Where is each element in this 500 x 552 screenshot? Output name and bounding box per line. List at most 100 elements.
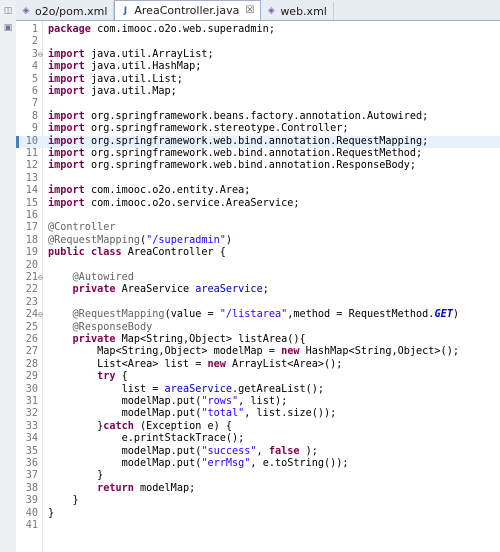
- code-line[interactable]: 28 List<Area> list = new ArrayList<Area>…: [16, 359, 500, 371]
- line-number: 29: [25, 371, 38, 383]
- code-text: @RequestMapping(value = "/listarea",meth…: [48, 309, 459, 321]
- code-token: ): [452, 309, 459, 321]
- restore-view-icon[interactable]: ◫: [2, 5, 14, 17]
- code-text: import org.springframework.beans.factory…: [48, 111, 428, 123]
- code-line[interactable]: 7: [16, 98, 500, 110]
- code-line[interactable]: 11 import org.springframework.web.bind.an…: [16, 148, 500, 160]
- code-line[interactable]: 12 import org.springframework.web.bind.an…: [16, 160, 500, 172]
- fold-toggle-icon[interactable]: ⊖: [38, 309, 46, 321]
- code-token: ArrayList<Area>();: [232, 358, 343, 370]
- code-token: modelMap.put(: [48, 458, 202, 469]
- code-text: modelMap.put("rows", list);: [48, 396, 288, 408]
- code-line[interactable]: 25 @ResponseBody: [16, 322, 500, 334]
- line-number: 41: [25, 520, 38, 531]
- code-line[interactable]: 29 try {: [16, 371, 500, 383]
- code-line[interactable]: 35 modelMap.put("success", false );: [16, 446, 500, 458]
- code-text: modelMap.put("success", false );: [48, 446, 318, 458]
- line-number: 8: [31, 110, 38, 122]
- code-token: import: [48, 123, 91, 135]
- code-token: import: [48, 73, 91, 85]
- code-line[interactable]: 36 modelMap.put("errMsg", e.toString());: [16, 458, 500, 470]
- code-line[interactable]: 3 ⊖ import java.util.ArrayList;: [16, 49, 500, 61]
- code-line[interactable]: 41: [16, 520, 500, 532]
- code-token: , list.size());: [244, 408, 337, 420]
- code-editor[interactable]: 1 package com.imooc.o2o.web.superadmin; 2 3…: [16, 21, 500, 552]
- code-token: modelMap.put(: [48, 445, 202, 457]
- line-number: 13: [25, 172, 38, 184]
- code-line[interactable]: 27 Map<String,Object> modelMap = new Has…: [16, 346, 500, 358]
- code-line[interactable]: 19 public class AreaController {: [16, 247, 500, 259]
- code-token: areaService: [195, 284, 263, 296]
- close-tab-icon[interactable]: ☒: [245, 5, 254, 16]
- tab-pom-xml[interactable]: ◈ o2o/pom.xml: [16, 2, 115, 20]
- code-line[interactable]: 6 import java.util.Map;: [16, 86, 500, 98]
- code-line[interactable]: 26 private Map<String,Object> listArea()…: [16, 334, 500, 346]
- code-line[interactable]: 33 }catch (Exception e) {: [16, 421, 500, 433]
- code-token: package: [48, 24, 98, 35]
- code-text: }: [48, 508, 54, 520]
- code-line[interactable]: 20: [16, 260, 500, 272]
- code-text: private AreaService areaService;: [48, 284, 269, 296]
- code-line[interactable]: 21 ⊖ @Autowired: [16, 272, 500, 284]
- code-text: return modelMap;: [48, 483, 195, 495]
- code-line[interactable]: 32 modelMap.put("total", list.size());: [16, 408, 500, 420]
- code-token: import: [48, 160, 91, 172]
- code-token: import: [48, 135, 91, 147]
- line-number: 40: [25, 507, 38, 519]
- code-token: List<Area> list =: [48, 358, 208, 370]
- code-token: com.imooc.o2o.web.superadmin;: [97, 24, 275, 35]
- line-number: 1: [31, 24, 38, 35]
- code-line[interactable]: 5 import java.util.List;: [16, 74, 500, 86]
- code-line[interactable]: 8 import org.springframework.beans.factor…: [16, 111, 500, 123]
- current-line-marker: [16, 135, 19, 148]
- code-line[interactable]: 14 import com.imooc.o2o.entity.Area;: [16, 185, 500, 197]
- code-token: org.springframework.stereotype.Controlle…: [90, 123, 349, 135]
- code-line[interactable]: 9 import org.springframework.stereotype.C…: [16, 123, 500, 135]
- code-text: public class AreaController {: [48, 247, 226, 259]
- code-token: Map<String,Object> modelMap =: [48, 346, 282, 358]
- code-text: @ResponseBody: [48, 322, 153, 334]
- code-line[interactable]: 17 @Controller: [16, 222, 500, 234]
- code-token: "/listarea": [219, 309, 288, 321]
- code-line[interactable]: 4 import java.util.HashMap;: [16, 61, 500, 73]
- fold-toggle-icon[interactable]: ⊖: [38, 49, 46, 61]
- line-number: 27: [25, 346, 38, 358]
- code-line[interactable]: 16: [16, 210, 500, 222]
- code-token: }: [48, 420, 104, 432]
- code-text: package com.imooc.o2o.web.superadmin;: [48, 24, 275, 36]
- code-line[interactable]: 37 }: [16, 470, 500, 482]
- code-token: ): [225, 234, 233, 246]
- fold-toggle-icon[interactable]: ⊖: [38, 272, 46, 284]
- package-explorer-icon[interactable]: ▣: [2, 22, 14, 34]
- code-line[interactable]: 18 @RequestMapping("/superadmin"): [16, 235, 500, 247]
- tab-areacontroller-java[interactable]: J AreaController.java ☒: [114, 0, 262, 20]
- code-token: import: [48, 148, 91, 159]
- line-number: 2: [31, 36, 38, 48]
- line-number: 3: [31, 48, 38, 60]
- code-line[interactable]: 38 return modelMap;: [16, 483, 500, 495]
- code-line[interactable]: 31 modelMap.put("rows", list);: [16, 396, 500, 408]
- line-number: 11: [25, 148, 38, 159]
- code-line[interactable]: 24 ⊖ @RequestMapping(value = "/listarea",…: [16, 309, 500, 321]
- code-line[interactable]: 13: [16, 173, 500, 185]
- code-token: }: [48, 507, 55, 519]
- code-token: java.util.HashMap;: [90, 61, 202, 73]
- code-line[interactable]: 23: [16, 297, 500, 309]
- code-line[interactable]: 30 list = areaService.getAreaList();: [16, 384, 500, 396]
- tab-web-xml[interactable]: ◈ web.xml: [261, 2, 334, 20]
- code-line[interactable]: 10 import org.springframework.web.bind.an…: [16, 135, 500, 148]
- code-line[interactable]: 15 import com.imooc.o2o.service.AreaServi…: [16, 198, 500, 210]
- code-text: private Map<String,Object> listArea(){: [48, 334, 306, 346]
- code-token: java.util.Map;: [90, 86, 177, 97]
- code-text: import java.util.List;: [48, 74, 183, 86]
- code-line[interactable]: 39 }: [16, 495, 500, 507]
- code-line[interactable]: 40}: [16, 508, 500, 520]
- code-line[interactable]: 1 package com.imooc.o2o.web.superadmin;: [16, 24, 500, 36]
- code-token: modelMap.put(: [48, 396, 202, 407]
- code-line[interactable]: 34 e.printStackTrace();: [16, 433, 500, 445]
- code-line[interactable]: 22 private AreaService areaService;: [16, 284, 500, 296]
- code-line[interactable]: 2: [16, 36, 500, 48]
- code-token: @Autowired: [72, 272, 134, 283]
- code-token: , list);: [238, 396, 288, 407]
